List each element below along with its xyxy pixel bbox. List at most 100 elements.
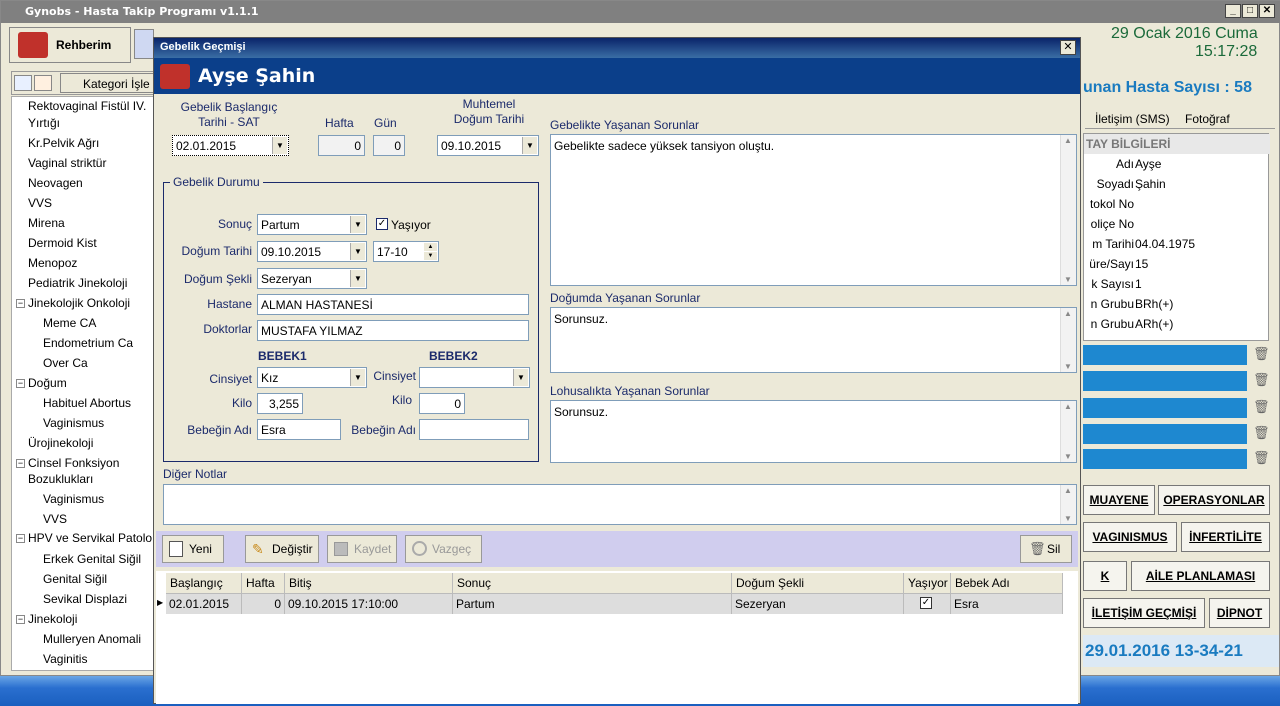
due-date-picker[interactable]: 09.10.2015 ▼ [437, 135, 539, 156]
close-button[interactable]: ✕ [1259, 4, 1275, 18]
grid-header[interactable]: Başlangıç [166, 573, 242, 594]
aile-planlamasi-button[interactable]: AİLE PLANLAMASI [1131, 561, 1270, 591]
trash-icon[interactable]: 🗑 [1253, 346, 1270, 362]
birth-issues-memo[interactable]: Sorunsuz. [550, 307, 1077, 373]
result-select[interactable]: Partum ▼ [257, 214, 367, 235]
grid-cell[interactable]: Esra [951, 594, 1063, 614]
tree-item[interactable]: Ürojinekoloji [28, 436, 93, 450]
tree-item[interactable]: Habituel Abortus [43, 396, 131, 410]
reminder-bar[interactable] [1083, 398, 1247, 418]
start-date-picker[interactable]: 02.01.2015 ▼ [172, 135, 289, 156]
infertilite-button[interactable]: İNFERTİLİTE [1181, 522, 1270, 552]
tree-item[interactable]: Over Ca [43, 356, 88, 370]
category-edit-button[interactable]: Kategori İşle [60, 73, 155, 93]
birth-date-picker[interactable]: 09.10.2015 ▼ [257, 241, 367, 262]
tree-item[interactable]: Jinekolojik Onkoloji [28, 296, 130, 310]
baby1-gender-select[interactable]: Kız ▼ [257, 367, 367, 388]
trash-icon[interactable]: 🗑 [1253, 399, 1270, 415]
chevron-down-icon[interactable]: ▼ [350, 216, 365, 233]
tree-item[interactable]: Cinsel Fonksiyon [28, 456, 119, 470]
tree-item[interactable]: Menopoz [28, 256, 77, 270]
tab-rehberim[interactable]: Rehberim [9, 27, 131, 63]
tree-item[interactable]: Bozuklukları [28, 472, 93, 486]
grid-header[interactable]: Sonuç [453, 573, 732, 594]
doctors-field[interactable]: MUSTAFA YILMAZ [257, 320, 529, 341]
grid-cell[interactable]: 09.10.2015 17:10:00 [285, 594, 453, 614]
tree-item[interactable]: Yırtığı [28, 116, 60, 130]
chevron-down-icon[interactable]: ▼ [350, 243, 365, 260]
tree-item[interactable]: Dermoid Kist [28, 236, 97, 250]
grid-cell[interactable]: 02.01.2015 [166, 594, 242, 614]
grid-view-icon[interactable] [34, 75, 52, 91]
edit-button[interactable]: ✎ Değiştir [245, 535, 319, 563]
k-button[interactable]: K [1083, 561, 1127, 591]
notes-memo[interactable] [163, 484, 1077, 525]
spin-up-icon[interactable]: ▲ [424, 243, 437, 251]
alive-checkbox[interactable]: ✓ [376, 218, 388, 230]
save-button[interactable]: Kaydet [327, 535, 397, 563]
vaginismus-button[interactable]: VAGINISMUS [1083, 522, 1177, 552]
tree-item[interactable]: Sevikal Displazi [43, 592, 127, 606]
tree-item[interactable]: HPV ve Servikal Patolo [28, 531, 152, 545]
tree-item[interactable]: Kr.Pelvik Ağrı [28, 136, 99, 150]
reminder-bar[interactable] [1083, 424, 1247, 444]
collapse-icon[interactable]: − [16, 299, 25, 308]
postpartum-memo[interactable]: Sorunsuz. [550, 400, 1077, 463]
hospital-field[interactable]: ALMAN HASTANESİ [257, 294, 529, 315]
baby2-name-field[interactable] [419, 419, 529, 440]
grid-cell[interactable]: Partum [453, 594, 732, 614]
tree-item[interactable]: Mirena [28, 216, 65, 230]
scrollbar[interactable] [1060, 308, 1076, 372]
baby2-gender-select[interactable]: ▼ [419, 367, 530, 388]
reminder-bar[interactable] [1083, 371, 1247, 391]
grid-header[interactable]: Hafta [242, 573, 285, 594]
tree-item[interactable]: Doğum [28, 376, 67, 390]
iletisim-gecmisi-button[interactable]: İLETİŞİM GEÇMİŞİ [1083, 598, 1205, 628]
collapse-icon[interactable]: − [16, 534, 25, 543]
tree-item[interactable]: Neovagen [28, 176, 83, 190]
collapse-icon[interactable]: − [16, 379, 25, 388]
tree-item[interactable]: Rektovaginal Fistül IV. [28, 99, 146, 113]
dialog-close-button[interactable]: ✕ [1060, 40, 1076, 55]
tree-item[interactable]: Vaginal striktür [28, 156, 106, 170]
trash-icon[interactable]: 🗑 [1253, 372, 1270, 388]
grid-cell[interactable]: 0 [242, 594, 285, 614]
calendar-icon[interactable] [134, 29, 154, 59]
delete-button[interactable]: 🗑 Sil [1020, 535, 1072, 563]
chevron-down-icon[interactable]: ▼ [522, 137, 537, 154]
muayene-button[interactable]: MUAYENE [1083, 485, 1155, 515]
tree-item[interactable]: Vaginismus [43, 492, 104, 506]
grid-cell-alive[interactable]: ✓ [904, 594, 951, 614]
grid-header[interactable]: Doğum Şekli [732, 573, 904, 594]
dipnot-button[interactable]: DİPNOT [1209, 598, 1270, 628]
maximize-button[interactable]: □ [1242, 4, 1258, 18]
chevron-down-icon[interactable]: ▼ [350, 270, 365, 287]
list-view-icon[interactable] [14, 75, 32, 91]
scrollbar[interactable] [1060, 485, 1076, 524]
scrollbar[interactable] [1060, 135, 1076, 285]
collapse-icon[interactable]: − [16, 459, 25, 468]
collapse-icon[interactable]: − [16, 615, 25, 624]
trash-icon[interactable]: 🗑 [1253, 450, 1270, 466]
tree-item[interactable]: Mulleryen Anomali [43, 632, 141, 646]
preg-issues-memo[interactable]: Gebelikte sadece yüksek tansiyon oluştu. [550, 134, 1077, 286]
tree-item[interactable]: Erkek Genital Siğil [43, 552, 141, 566]
operasyonlar-button[interactable]: OPERASYONLAR [1158, 485, 1270, 515]
baby1-weight-field[interactable]: 3,255 [257, 393, 303, 414]
tree-item[interactable]: Vaginitis [43, 652, 87, 666]
new-button[interactable]: Yeni [162, 535, 224, 563]
grid-header[interactable]: Bebek Adı [951, 573, 1063, 594]
chevron-down-icon[interactable]: ▼ [513, 369, 528, 386]
spin-down-icon[interactable]: ▼ [424, 252, 437, 260]
tab-sms[interactable]: İletişim (SMS) [1095, 112, 1170, 126]
baby1-name-field[interactable]: Esra [257, 419, 341, 440]
scrollbar[interactable] [1060, 401, 1076, 462]
cancel-button[interactable]: Vazgeç [405, 535, 482, 563]
birth-type-select[interactable]: Sezeryan ▼ [257, 268, 367, 289]
reminder-bar[interactable] [1083, 345, 1247, 365]
chevron-down-icon[interactable]: ▼ [272, 137, 287, 154]
grid-header[interactable]: Bitiş [285, 573, 453, 594]
trash-icon[interactable]: 🗑 [1253, 425, 1270, 441]
minimize-button[interactable]: _ [1225, 4, 1241, 18]
tree-item[interactable]: Meme CA [43, 316, 96, 330]
